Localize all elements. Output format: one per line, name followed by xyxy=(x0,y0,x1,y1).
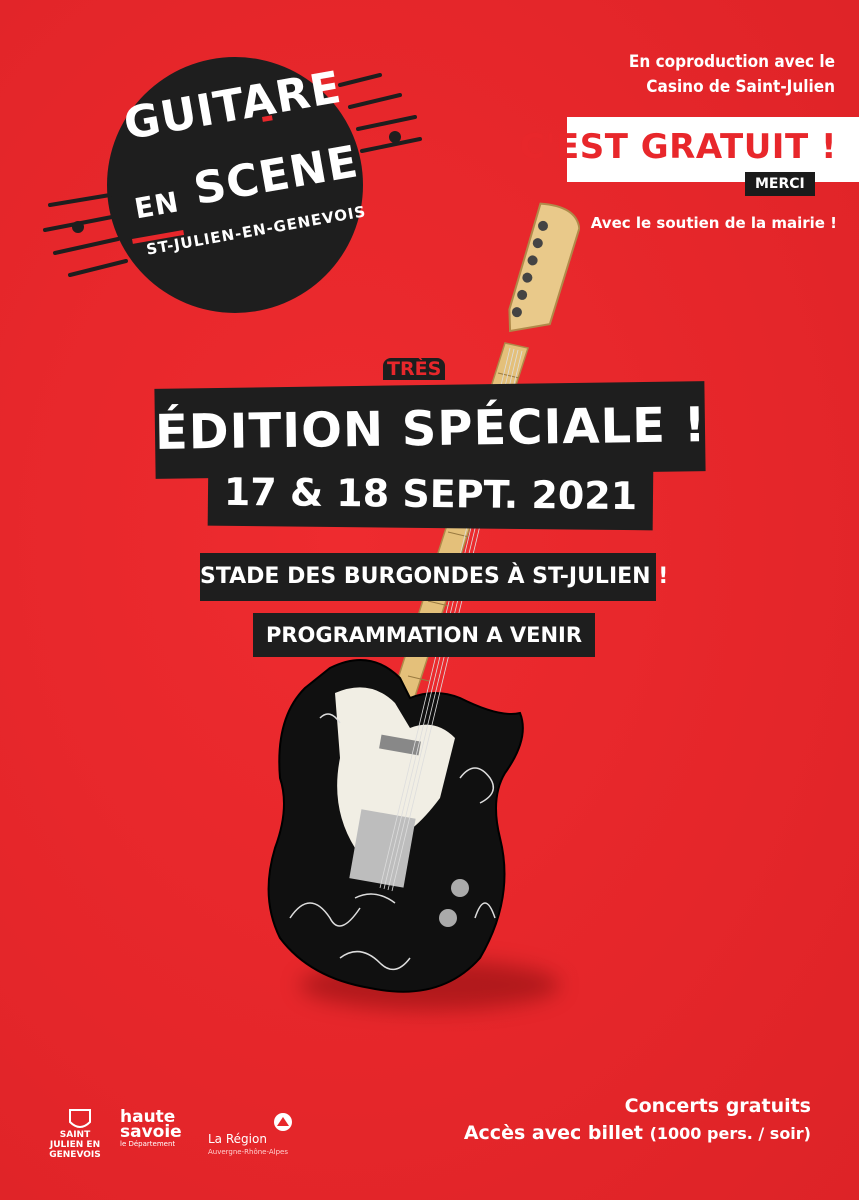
region-mark-icon xyxy=(274,1113,292,1131)
gratuit-banner: C'EST GRATUIT ! xyxy=(520,117,859,182)
coproduction-line-2: Casino de Saint-Julien xyxy=(646,77,835,97)
region-text: La Région xyxy=(208,1132,267,1146)
coproduction-text: En coproduction avec le Casino de Saint-… xyxy=(535,50,835,100)
venue-text: STADE DES BURGONDES À ST-JULIEN ! xyxy=(200,564,669,589)
stjulien-text: SAINT JULIEN EN GENEVOIS xyxy=(49,1130,101,1160)
hautesavoie-line-3: le Département xyxy=(120,1140,176,1148)
soutien-text: Avec le soutien de la mairie ! xyxy=(590,214,837,232)
concerts-text: Concerts gratuits xyxy=(624,1095,811,1117)
acces-text: Accès avec billet xyxy=(463,1122,643,1144)
programmation-banner: PROGRAMMATION A VENIR xyxy=(253,613,595,657)
acces-detail: (1000 pers. / soir) xyxy=(649,1124,811,1143)
edition-text: ÉDITION SPÉCIALE ! xyxy=(154,397,707,461)
poster: GUITARE EN SCENE ST-JULIEN-EN-GENEVOIS E… xyxy=(0,0,859,1200)
date-text: 17 & 18 SEPT. 2021 xyxy=(223,469,638,519)
hautesavoie-logo: haute savoie le Département xyxy=(120,1109,200,1149)
venue-banner: STADE DES BURGONDES À ST-JULIEN ! xyxy=(200,553,669,601)
footer-info: Concerts gratuits Accès avec billet (100… xyxy=(464,1093,811,1147)
merci-tag: MERCI xyxy=(745,172,815,196)
hautesavoie-line-2: savoie xyxy=(120,1122,182,1142)
tres-label: TRÈS xyxy=(383,358,446,380)
acces-line: Accès avec billet (1000 pers. / soir) xyxy=(464,1120,811,1147)
region-subtext: Auvergne-Rhône-Alpes xyxy=(208,1148,288,1156)
date-banner: 17 & 18 SEPT. 2021 xyxy=(207,459,654,531)
stjulien-logo: SAINT JULIEN EN GENEVOIS xyxy=(45,1108,115,1160)
stjulien-crest-icon xyxy=(69,1109,91,1128)
coproduction-line-1: En coproduction avec le xyxy=(628,52,835,72)
gratuit-text: C'EST GRATUIT ! xyxy=(519,127,837,167)
programmation-text: PROGRAMMATION A VENIR xyxy=(265,623,583,647)
